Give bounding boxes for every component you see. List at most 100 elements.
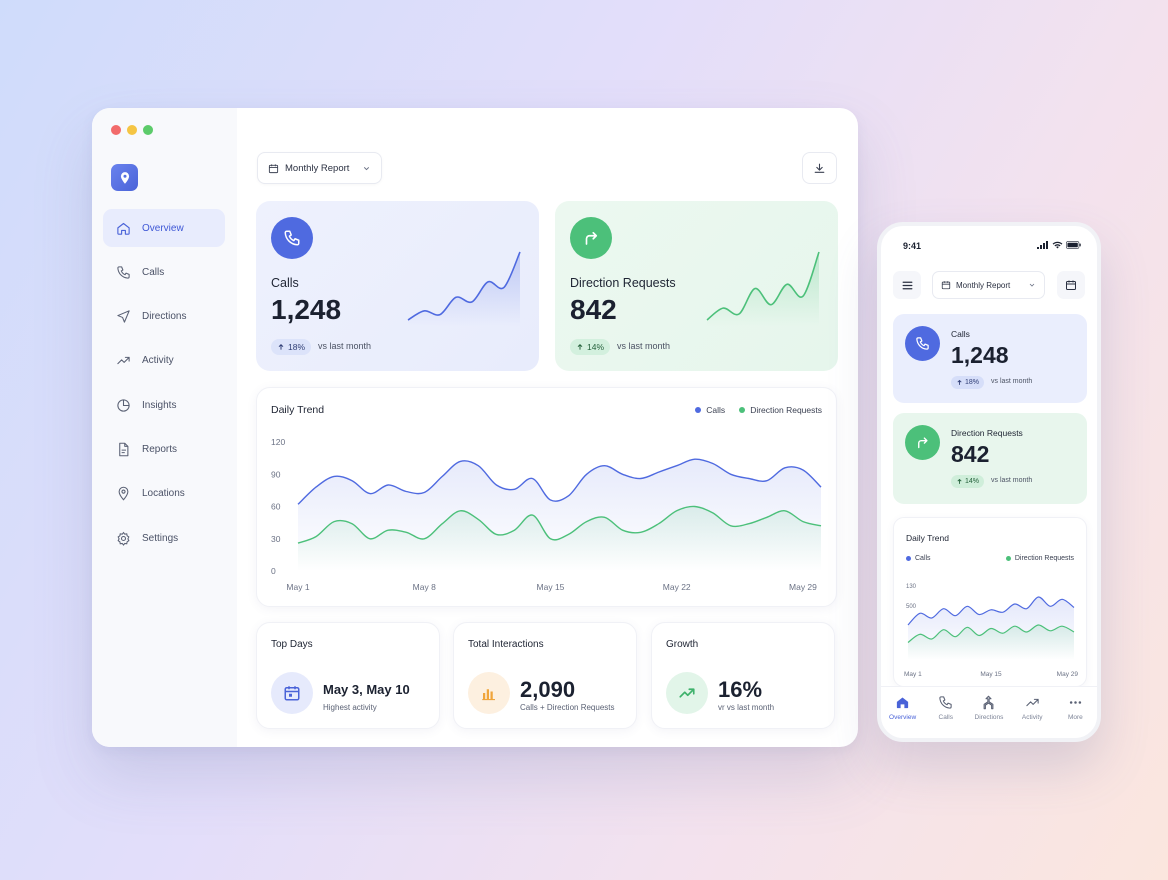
minimize-window-button[interactable] xyxy=(127,125,137,135)
map-pin-icon xyxy=(118,486,129,501)
directions-icon-badge xyxy=(570,217,612,259)
sparkline-area xyxy=(707,252,819,326)
sidebar-item-label: Overview xyxy=(142,222,184,234)
change-badge: 14% xyxy=(570,339,611,355)
phone-icon xyxy=(939,696,952,709)
mobile-calls-card[interactable]: Calls 1,248 18% vs last month xyxy=(893,314,1087,403)
tab-label: More xyxy=(1067,714,1083,721)
calls-icon-badge xyxy=(271,217,313,259)
sidebar-item-activity[interactable]: Activity xyxy=(103,342,225,380)
change-value: 18% xyxy=(288,342,306,352)
stat-value: 1,248 xyxy=(951,342,1009,368)
turn-right-icon xyxy=(918,437,928,449)
tab-more[interactable]: More xyxy=(1056,695,1094,721)
change-badge: 18% xyxy=(271,339,312,355)
tab-overview[interactable]: Overview xyxy=(884,695,922,721)
card-value: 2,090 xyxy=(520,677,576,702)
card-value: May 3, May 10 xyxy=(323,682,410,697)
battery-icon xyxy=(1066,241,1081,249)
sidebar-item-label: Activity xyxy=(142,355,174,367)
x-tick-label: May 15 xyxy=(980,671,1002,678)
sidebar-item-reports[interactable]: Reports xyxy=(103,430,225,468)
total-interactions-card[interactable]: Total Interactions 2,090 Calls + Directi… xyxy=(453,622,637,729)
sidebar-item-calls[interactable]: Calls xyxy=(103,253,225,291)
daily-trend-card: 0 30 60 90 120 May 1 May 8 May 15 May 22 May 29 D… xyxy=(256,387,837,607)
directions-sparkline xyxy=(706,251,820,326)
sidebar-item-overview[interactable]: Overview xyxy=(103,209,225,247)
chart-legend: Calls Direction Requests xyxy=(695,405,822,415)
arrow-up-icon xyxy=(278,343,284,350)
calls-stat-card[interactable]: Calls 1,248 18% vs last month xyxy=(256,201,539,371)
change-note: vs last month xyxy=(991,378,1033,385)
maximize-window-button[interactable] xyxy=(143,125,153,135)
legend-item-calls[interactable]: Calls xyxy=(695,405,725,415)
chart-title: Daily Trend xyxy=(271,404,325,416)
daily-trend-chart: 0 30 60 90 120 May 1 May 8 May 15 May 22 May 29 xyxy=(271,437,822,592)
stat-title: Calls xyxy=(271,276,299,290)
tab-label: Calls xyxy=(938,714,953,721)
sidebar-item-settings[interactable]: Settings xyxy=(103,519,225,557)
card-subtitle: Highest activity xyxy=(323,703,377,712)
mobile-directions-card[interactable]: Direction Requests 842 14% vs last month xyxy=(893,413,1087,504)
stat-title: Direction Requests xyxy=(570,276,676,290)
y-tick-label: 500 xyxy=(906,604,917,610)
y-tick-label: 30 xyxy=(271,534,281,544)
legend-label: Direction Requests xyxy=(1014,555,1074,562)
legend-item-directions[interactable]: Direction Requests xyxy=(739,405,822,415)
activity-icon xyxy=(1026,698,1039,707)
activity-icon xyxy=(117,357,130,365)
change-note: vs last month xyxy=(991,477,1033,484)
legend-item-calls[interactable]: Calls xyxy=(906,555,931,562)
card-title: Total Interactions xyxy=(468,639,544,650)
chevron-down-icon xyxy=(1029,283,1035,287)
status-bar-time: 9:41 xyxy=(903,241,922,251)
legend-item-directions[interactable]: Direction Requests xyxy=(1005,555,1074,562)
phone-icon xyxy=(117,266,130,279)
sidebar-item-locations[interactable]: Locations xyxy=(103,475,225,513)
phone-icon xyxy=(916,337,929,350)
download-icon xyxy=(814,163,825,173)
x-tick-label: May 15 xyxy=(537,582,565,592)
growth-card[interactable]: Growth 16% vr vs last month xyxy=(651,622,835,729)
tab-label: Overview xyxy=(889,714,917,721)
calls-sparkline xyxy=(407,251,521,326)
legend-label: Calls xyxy=(915,555,931,562)
calendar-icon xyxy=(268,163,279,173)
card-title: Top Days xyxy=(271,639,313,650)
calendar-button[interactable] xyxy=(1057,271,1085,299)
close-window-button[interactable] xyxy=(111,125,121,135)
home-icon xyxy=(117,222,130,235)
app-logo[interactable] xyxy=(111,164,138,191)
x-tick-label: May 8 xyxy=(413,582,436,592)
tab-activity[interactable]: Activity xyxy=(1013,695,1051,721)
directions-icon-badge xyxy=(905,425,940,460)
tab-calls[interactable]: Calls xyxy=(927,695,965,721)
tab-directions[interactable]: Directions xyxy=(970,695,1008,721)
sparkline-area xyxy=(408,252,520,326)
card-title: Growth xyxy=(666,639,699,650)
download-button[interactable] xyxy=(802,152,837,184)
legend-label: Direction Requests xyxy=(750,405,822,415)
change-badge: 14% xyxy=(951,475,985,488)
stat-title: Calls xyxy=(951,329,970,339)
calendar-icon xyxy=(284,686,300,701)
sidebar-item-directions[interactable]: Directions xyxy=(103,298,225,336)
report-period-dropdown[interactable]: Monthly Report xyxy=(257,152,382,184)
y-tick-label: 90 xyxy=(271,469,281,479)
top-days-card[interactable]: Top Days May 3, May 10 Highest activity xyxy=(256,622,440,729)
legend-label: Calls xyxy=(706,405,726,415)
map-pin-icon xyxy=(120,171,129,184)
sidebar-item-label: Reports xyxy=(142,443,178,455)
y-tick-label: 0 xyxy=(271,566,276,576)
card-subtitle: Calls + Direction Requests xyxy=(520,703,615,712)
mobile-daily-trend-card: 130 500 May 1 May 15 May 29 Daily Trend Call… xyxy=(893,517,1087,687)
sidebar-item-label: Settings xyxy=(142,532,179,544)
trend-up-icon xyxy=(679,688,695,698)
sidebar-item-insights[interactable]: Insights xyxy=(103,386,225,424)
sidebar-nav: Overview Calls Directions Activity Insig… xyxy=(103,209,225,563)
menu-button[interactable] xyxy=(893,271,921,299)
directions-stat-card[interactable]: Direction Requests 842 14% vs last month xyxy=(555,201,838,371)
mobile-report-period-dropdown[interactable]: Monthly Report xyxy=(932,271,1045,299)
wifi-icon xyxy=(1052,241,1063,249)
arrow-up-icon xyxy=(957,379,962,385)
